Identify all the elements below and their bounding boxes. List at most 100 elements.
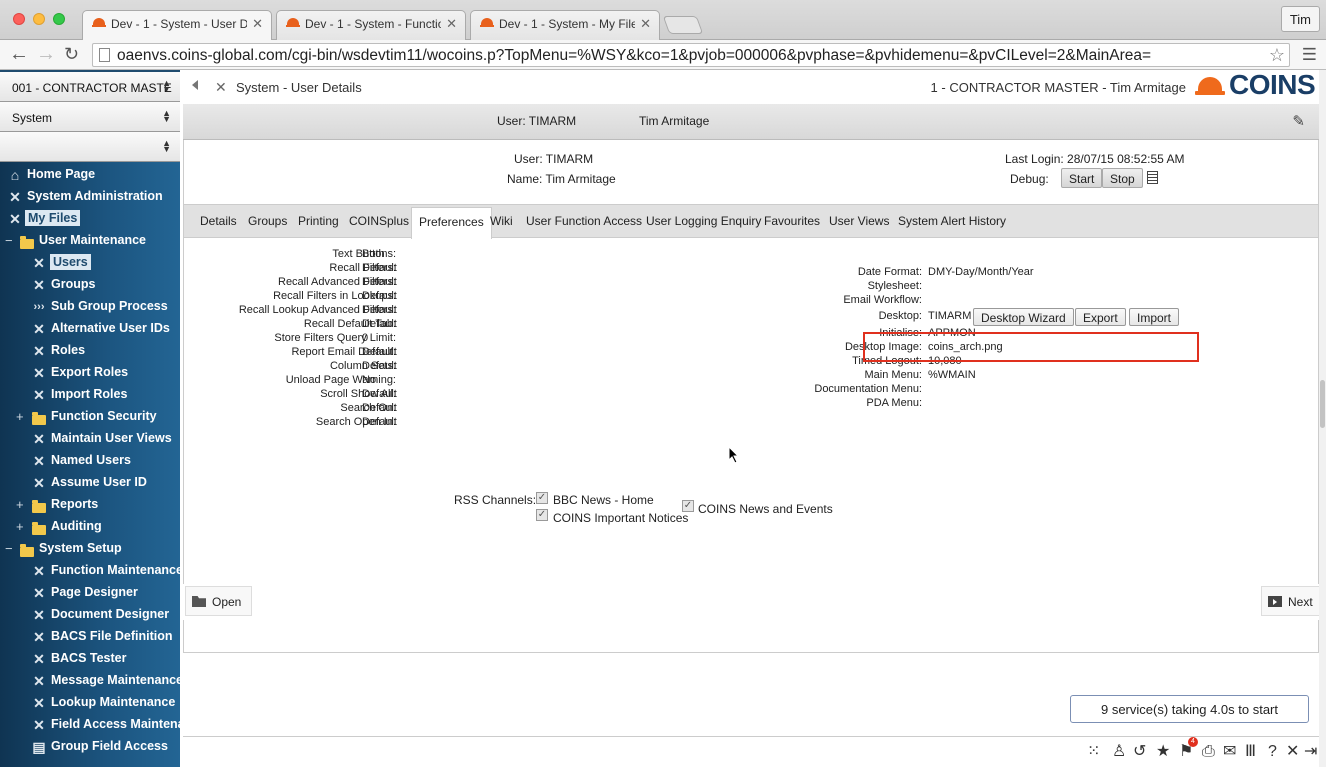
tab-system-alert-history[interactable]: System Alert History [898, 214, 1006, 228]
sidebar-item-label: Users [50, 254, 91, 270]
sidebar-item-document-designer[interactable]: ✕ Document Designer [0, 604, 180, 626]
reload-icon[interactable]: ↻ [64, 44, 79, 65]
sidebar-item-function-security[interactable]: + Function Security [0, 406, 180, 428]
apps-grid-icon[interactable]: ⁙ [1087, 743, 1100, 761]
tab-user-views[interactable]: User Views [829, 214, 889, 228]
tools-icon[interactable]: ✕ [1286, 743, 1299, 761]
sidebar-item-home-page[interactable]: ⌂ Home Page [0, 164, 180, 186]
sidebar-item-bacs-file-definition[interactable]: ✕ BACS File Definition [0, 626, 180, 648]
sidebar-item-my-files[interactable]: ✕ My Files [0, 208, 180, 230]
sidebar-item-assume-user-id[interactable]: ✕ Assume User ID [0, 472, 180, 494]
sidebar-item-user-maintenance[interactable]: − User Maintenance [0, 230, 180, 252]
sidebar-item-roles[interactable]: ✕ Roles [0, 340, 180, 362]
maximize-window-button[interactable] [53, 13, 65, 25]
print-icon[interactable]: ⎙ [1202, 743, 1215, 761]
next-button-label: Next [1288, 595, 1313, 609]
person-icon[interactable]: ♙ [1112, 743, 1126, 761]
history-icon[interactable]: ↺ [1133, 743, 1146, 761]
favourites-star-icon[interactable]: ★ [1156, 743, 1170, 761]
tab-groups[interactable]: Groups [248, 214, 287, 228]
minimize-window-button[interactable] [33, 13, 45, 25]
submodule-select[interactable]: ▲ ▼ [0, 132, 180, 162]
open-button-label: Open [212, 595, 242, 609]
tab-user-logging-enquiry[interactable]: User Logging Enquiry [646, 214, 761, 228]
sidebar-item-users[interactable]: ✕ Users [0, 252, 180, 274]
rss-coins-news-checkbox[interactable]: ✓ [682, 500, 694, 512]
desktop-wizard-button[interactable]: Desktop Wizard [973, 308, 1074, 326]
close-tab-icon[interactable]: ✕ [252, 16, 263, 32]
sidebar-item-function-maintenance[interactable]: ✕ Function Maintenance [0, 560, 180, 582]
browser-tab-my-files[interactable]: Dev - 1 - System - My Files ✕ [470, 10, 660, 40]
sidebar-item-field-access-maintenance[interactable]: ✕ Field Access Maintenance [0, 714, 180, 736]
sidebar-item-reports[interactable]: + Reports [0, 494, 180, 516]
tab-preferences[interactable]: Preferences [411, 207, 492, 239]
tab-coinsplus[interactable]: COINSplus [349, 214, 409, 228]
tab-details[interactable]: Details [200, 214, 237, 228]
desktop-import-button[interactable]: Import [1129, 308, 1180, 326]
open-button[interactable]: Open [185, 586, 253, 616]
expand-icon[interactable]: + [16, 497, 24, 512]
select-arrows-icon: ▲ ▼ [162, 138, 171, 154]
sidebar-item-export-roles[interactable]: ✕ Export Roles [0, 362, 180, 384]
sidebar-item-named-users[interactable]: ✕ Named Users [0, 450, 180, 472]
close-tab-icon[interactable]: ✕ [446, 16, 457, 32]
tab-printing[interactable]: Printing [298, 214, 339, 228]
sidebar-item-label: Lookup Maintenance [51, 695, 176, 709]
address-bar[interactable]: oaenvs.coins-global.com/cgi-bin/wsdevtim… [92, 43, 1290, 67]
expand-icon[interactable]: + [16, 409, 24, 424]
sidebar-item-groups[interactable]: ✕ Groups [0, 274, 180, 296]
tab-wiki[interactable]: Wiki [490, 214, 513, 228]
sidebar-item-lookup-maintenance[interactable]: ✕ Lookup Maintenance [0, 692, 180, 714]
sidebar-item-page-designer[interactable]: ✕ Page Designer [0, 582, 180, 604]
tab-user-function-access[interactable]: User Function Access [526, 214, 642, 228]
debug-log-icon[interactable] [1147, 171, 1158, 184]
mail-icon[interactable]: ✉ [1223, 743, 1236, 761]
notification-badge: 4 [1188, 737, 1198, 747]
bookmark-star-icon[interactable]: ☆ [1269, 45, 1285, 66]
module-select[interactable]: System ▲ ▼ [0, 102, 180, 132]
forward-arrow-icon[interactable]: → [36, 43, 56, 66]
next-button[interactable]: Next [1261, 586, 1324, 616]
sidebar-item-message-maintenance[interactable]: ✕ Message Maintenance [0, 670, 180, 692]
expand-icon[interactable]: + [16, 519, 24, 534]
coins-favicon-icon [480, 18, 494, 30]
help-icon[interactable]: ? [1268, 743, 1277, 761]
new-tab-button[interactable] [662, 16, 704, 34]
company-select[interactable]: 001 - CONTRACTOR MASTE ▲ ▼ [0, 72, 180, 102]
sidebar-item-system-administration[interactable]: ✕ System Administration [0, 186, 180, 208]
page-scrollbar[interactable] [1319, 70, 1326, 767]
sidebar-item-bacs-tester[interactable]: ✕ BACS Tester [0, 648, 180, 670]
tab-favourites[interactable]: Favourites [764, 214, 820, 228]
sidebar-item-label: Function Maintenance [51, 563, 180, 577]
desktop-export-button[interactable]: Export [1075, 308, 1126, 326]
scrollbar-thumb[interactable] [1320, 380, 1325, 428]
debug-start-button[interactable]: Start [1061, 168, 1103, 188]
collapse-icon[interactable]: − [5, 233, 13, 248]
debug-stop-button[interactable]: Stop [1102, 168, 1143, 188]
back-arrow-icon[interactable]: ← [9, 43, 29, 66]
close-tab-icon[interactable]: ✕ [640, 16, 651, 32]
library-icon[interactable]: Ⅲ [1245, 743, 1256, 761]
profile-button[interactable]: Tim [1280, 6, 1320, 32]
sidebar-item-alternative-user-ids[interactable]: ✕ Alternative User IDs [0, 318, 180, 340]
sidebar-item-sub-group-process[interactable]: ››› Sub Group Process [0, 296, 180, 318]
pref-value: Default [362, 388, 397, 400]
sidebar-item-auditing[interactable]: + Auditing [0, 516, 180, 538]
edit-pencil-icon[interactable]: ✎ [1292, 112, 1305, 130]
sidebar-item-group-field-access[interactable]: ▤ Group Field Access [0, 736, 180, 758]
sidebar-item-import-roles[interactable]: ✕ Import Roles [0, 384, 180, 406]
rss-coins-notices-checkbox[interactable]: ✓ [536, 509, 548, 521]
logout-icon[interactable]: ⇥ [1304, 743, 1317, 761]
browser-tab-function[interactable]: Dev - 1 - System - Functio ✕ [276, 10, 466, 40]
sidebar-item-maintain-user-views[interactable]: ✕ Maintain User Views [0, 428, 180, 450]
browser-tab-user-details[interactable]: Dev - 1 - System - User De ✕ [82, 10, 272, 40]
collapse-icon[interactable]: − [5, 541, 13, 556]
header-user-id: User: TIMARM [497, 114, 577, 128]
sidebar-item-system-setup[interactable]: − System Setup [0, 538, 180, 560]
browser-menu-icon[interactable]: ☰ [1302, 45, 1317, 65]
collapse-menu-icon[interactable] [192, 80, 198, 90]
tools-icon: ✕ [215, 79, 227, 95]
rss-bbc-checkbox[interactable]: ✓ [536, 492, 548, 504]
close-window-button[interactable] [13, 13, 25, 25]
pref-label: Main Menu: [864, 369, 922, 381]
